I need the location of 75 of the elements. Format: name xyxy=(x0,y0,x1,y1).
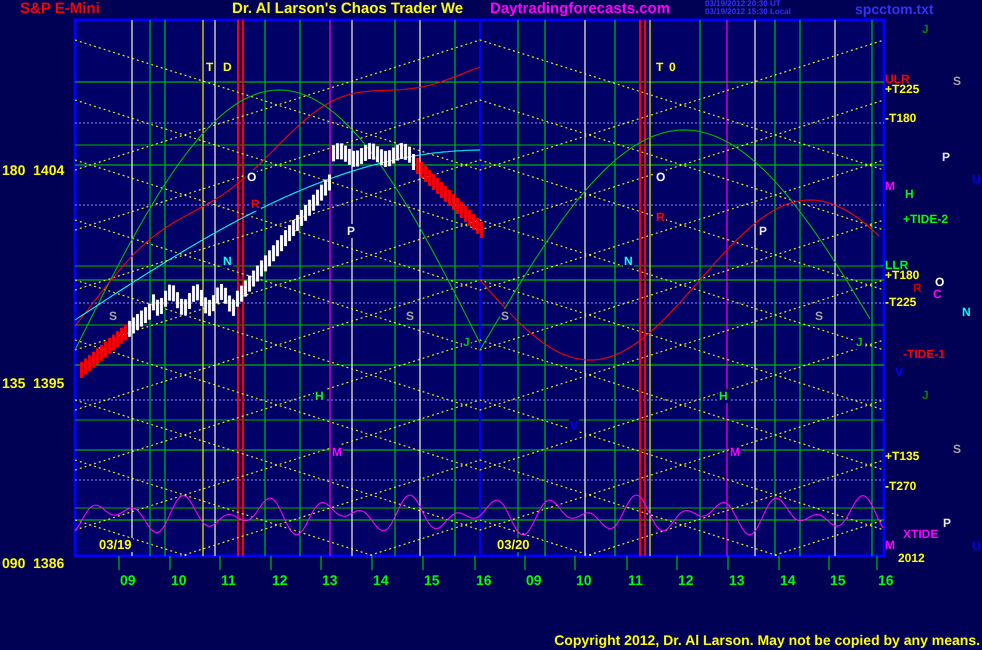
side-marker: -T270 xyxy=(885,479,916,493)
side-marker: M xyxy=(885,538,895,552)
chart-marker: R xyxy=(655,210,666,224)
side-marker: U xyxy=(972,172,981,186)
copyright-notice: Copyright 2012, Dr. Al Larson. May not be copied by any means. xyxy=(554,632,980,648)
chart-marker: O xyxy=(246,170,258,184)
hour-label: 12 xyxy=(272,572,288,588)
chart-marker: S xyxy=(108,309,118,323)
date-label: 03/20 xyxy=(496,538,531,552)
price-label: 090 1386 xyxy=(2,555,64,571)
side-marker: H xyxy=(905,187,914,201)
hour-label: 13 xyxy=(322,572,338,588)
hour-label: 13 xyxy=(729,572,745,588)
side-marker: R xyxy=(913,281,922,295)
side-marker: P xyxy=(942,150,950,164)
side-marker: M xyxy=(885,179,895,193)
side-marker: V xyxy=(895,365,904,379)
instrument-title: S&P E-Mini xyxy=(20,0,101,18)
hour-label: 14 xyxy=(373,572,389,588)
chart-marker: O xyxy=(655,170,666,184)
chart-marker: D xyxy=(222,60,233,74)
chart-marker: R xyxy=(250,197,261,211)
chart-marker: P xyxy=(758,224,768,238)
side-marker: N xyxy=(962,305,971,319)
chart-marker: S xyxy=(814,309,824,323)
chart-marker: V xyxy=(569,419,580,433)
price-label: 135 1395 xyxy=(2,375,64,391)
side-marker: 2012 xyxy=(898,551,925,565)
side-marker: -TIDE-1 xyxy=(903,347,945,361)
website-name: Daytradingforecasts.com xyxy=(490,0,672,18)
side-marker: O xyxy=(935,275,944,289)
hour-label: 09 xyxy=(526,572,542,588)
file-name: spcctom.txt xyxy=(855,0,934,18)
hour-label: 16 xyxy=(476,572,492,588)
hour-label: 10 xyxy=(576,572,592,588)
hour-label: 11 xyxy=(221,572,236,588)
chart-title: Dr. Al Larson's Chaos Trader We xyxy=(232,0,464,18)
date-label: 03/19 xyxy=(98,538,133,552)
chart-marker: N xyxy=(222,254,233,268)
chart-marker: T xyxy=(205,60,214,74)
chart-marker: M xyxy=(331,445,343,459)
chart-marker: H xyxy=(718,389,729,403)
hour-label: 12 xyxy=(678,572,694,588)
chart-marker: S xyxy=(500,309,510,323)
side-marker: +T135 xyxy=(885,449,920,463)
hour-label: 14 xyxy=(780,572,796,588)
side-marker: C xyxy=(933,287,942,301)
hour-label: 10 xyxy=(171,572,187,588)
hour-label: 15 xyxy=(830,572,846,588)
side-marker: U xyxy=(972,539,981,553)
timestamp-local: 03/19/2012 15:30 Local xyxy=(705,8,792,16)
hour-label: 15 xyxy=(424,572,440,588)
chart-marker: J xyxy=(462,335,471,349)
side-marker: J xyxy=(922,388,929,402)
side-marker: -T225 xyxy=(885,295,916,309)
hour-label: 11 xyxy=(628,572,643,588)
side-marker: J xyxy=(922,22,929,36)
chart-marker: H xyxy=(314,389,325,403)
chart-marker: P xyxy=(346,224,356,238)
timestamp-ut: 03/19/2012 20:30 UT xyxy=(705,0,782,8)
chart-marker: M xyxy=(729,445,741,459)
chart-marker: 0 xyxy=(668,60,677,74)
side-marker: XTIDE xyxy=(903,527,938,541)
chart-marker: S xyxy=(405,309,416,323)
chart-marker: N xyxy=(623,254,634,268)
side-marker: -T180 xyxy=(885,111,916,125)
side-marker: S xyxy=(953,442,962,456)
side-marker: +TIDE-2 xyxy=(903,212,948,226)
chart-marker: T xyxy=(655,60,664,74)
price-label: 180 1404 xyxy=(2,162,64,178)
hour-label: 16 xyxy=(878,572,894,588)
side-marker: P xyxy=(943,516,952,530)
chart-marker: J xyxy=(855,335,864,349)
hour-label: 09 xyxy=(120,572,136,588)
side-marker: S xyxy=(953,74,962,88)
